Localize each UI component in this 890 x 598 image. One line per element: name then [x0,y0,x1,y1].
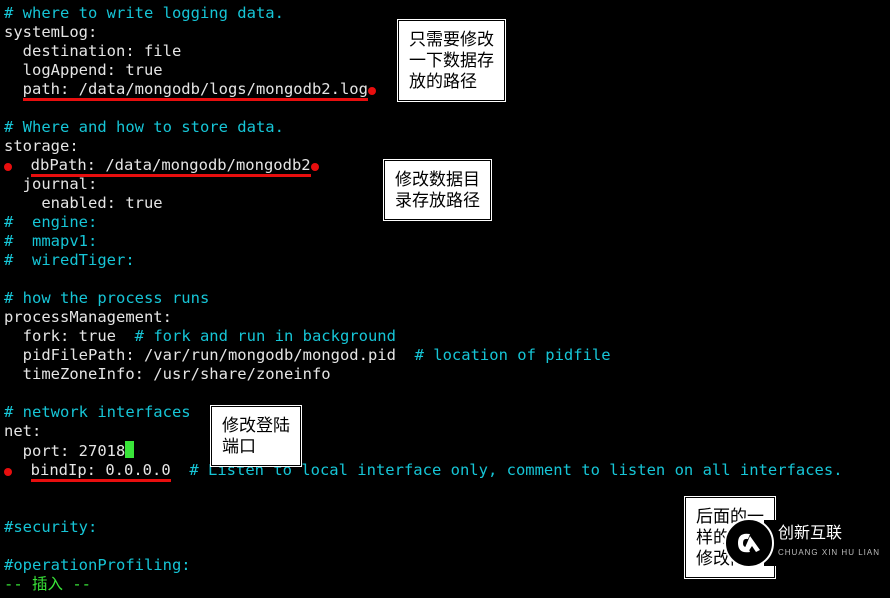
code-token [171,461,190,479]
code-line [4,384,886,403]
code-line: fork: true # fork and run in background [4,327,886,346]
marker-dot-icon [4,163,12,171]
anno-dbpath: 修改数据目 录存放路径 [384,160,491,220]
code-token: # engine: [4,213,97,231]
code-token: processManagement: [4,308,172,326]
code-token: port: 27018 [4,442,125,460]
code-line: net: [4,422,886,441]
code-token: dbPath: /data/mongodb/mongodb2 [31,156,311,177]
code-token: destination: file [4,42,181,60]
code-token: # fork and run in background [135,327,396,345]
anno-path: 只需要修改 一下数据存 放的路径 [398,20,505,101]
code-line: # network interfaces [4,403,886,422]
code-token: bindIp: 0.0.0.0 [31,461,171,482]
code-token: # Where and how to store data. [4,118,284,136]
code-line: # mmapv1: [4,232,886,251]
marker-dot-icon [4,468,12,476]
code-token: fork: true [4,327,135,345]
code-token [4,499,13,517]
code-token: net: [4,422,41,440]
code-line: port: 27018 [4,441,886,461]
code-token: path: /data/mongodb/logs/mongodb2.log [23,80,368,101]
code-token [4,384,13,402]
code-token: storage: [4,137,79,155]
code-line: # Where and how to store data. [4,118,886,137]
code-token [4,99,13,117]
watermark-logo: 创新互联 CHUANG XIN HU LIAN [724,518,890,568]
code-token: # network interfaces [4,403,191,421]
code-token: journal: [4,175,97,193]
code-line [4,99,886,118]
code-line: processManagement: [4,308,886,327]
code-line [4,270,886,289]
code-token: #security: [4,518,97,536]
logo-text: 创新互联 CHUANG XIN HU LIAN [764,520,890,566]
code-token [4,537,13,555]
code-token: timeZoneInfo: /usr/share/zoneinfo [4,365,331,383]
marker-dot-icon [368,87,376,95]
code-token: # location of pidfile [415,346,611,364]
code-token [4,480,13,498]
code-token [12,461,31,479]
code-token [4,80,23,98]
code-token: # how the process runs [4,289,209,307]
marker-dot-icon [311,163,319,171]
cursor-icon [125,441,134,458]
code-line: storage: [4,137,886,156]
logo-glyph-icon [734,528,764,558]
code-line: pidFilePath: /var/run/mongodb/mongod.pid… [4,346,886,365]
anno-port: 修改登陆 端口 [211,406,301,466]
code-token: -- 插入 -- [4,575,91,593]
logo-brand: 创新互联 [778,525,842,542]
code-token: #operationProfiling: [4,556,191,574]
logo-subtitle: CHUANG XIN HU LIAN [778,543,880,562]
code-token: # mmapv1: [4,232,97,250]
logo-badge-icon [724,518,774,568]
code-line: timeZoneInfo: /usr/share/zoneinfo [4,365,886,384]
code-token: # where to write logging data. [4,4,284,22]
code-token: systemLog: [4,23,97,41]
code-line: # wiredTiger: [4,251,886,270]
code-line: bindIp: 0.0.0.0 # Listen to local interf… [4,461,886,480]
code-line: # how the process runs [4,289,886,308]
code-token [12,156,31,174]
code-token: # wiredTiger: [4,251,135,269]
code-token: enabled: true [4,194,163,212]
code-token: logAppend: true [4,61,163,79]
code-token [4,270,13,288]
code-token: pidFilePath: /var/run/mongodb/mongod.pid [4,346,415,364]
